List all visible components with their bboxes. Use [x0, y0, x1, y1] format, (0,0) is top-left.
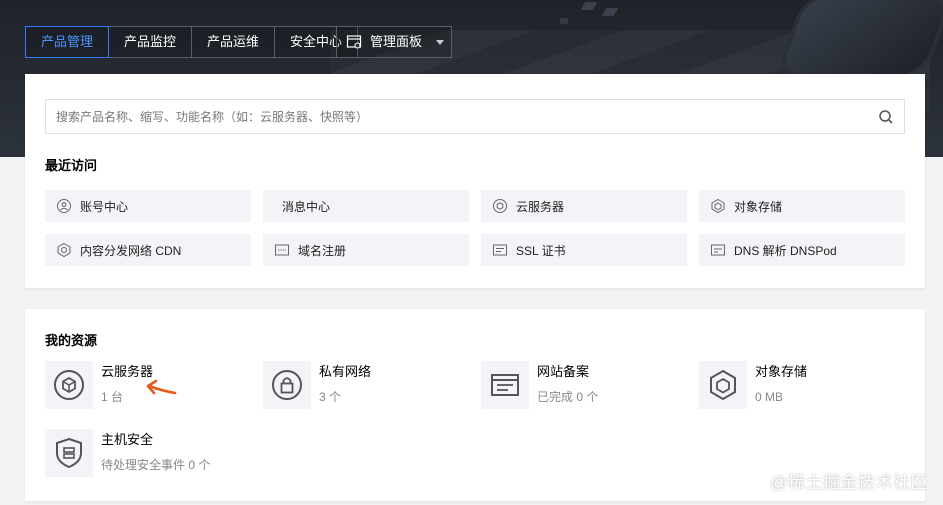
user-icon [57, 199, 71, 213]
recent-item-cvm[interactable]: 云服务器 [481, 190, 687, 222]
cube-icon [710, 369, 736, 401]
domain-icon [275, 244, 289, 256]
recent-access-card: 最近访问 账号中心 消息中心 云服务器 对象存储 内容分发网络 CDN [25, 74, 925, 288]
banner-decoration [580, 2, 598, 10]
product-search-bar [45, 99, 905, 134]
recent-item-label: 云服务器 [516, 199, 565, 214]
resource-item-icp[interactable]: 网站备案 已完成 0 个 [481, 361, 598, 409]
recent-item-label: 域名注册 [298, 243, 347, 258]
recent-item-cdn[interactable]: 内容分发网络 CDN [45, 234, 251, 266]
search-icon[interactable] [878, 109, 894, 125]
shield-icon [56, 437, 82, 469]
resource-count: 0 MB [755, 390, 784, 404]
management-panel-dropdown[interactable]: 管理面板 [336, 26, 452, 58]
chevron-down-icon [436, 39, 445, 45]
banner-decoration [560, 18, 568, 24]
recent-item-account-center[interactable]: 账号中心 [45, 190, 251, 222]
recent-item-message-center[interactable]: 消息中心 [263, 190, 469, 222]
tab-product-management[interactable]: 产品管理 [25, 26, 110, 58]
resource-item-cos[interactable]: 对象存储 0 MB [699, 361, 807, 409]
tab-product-monitoring[interactable]: 产品监控 [108, 26, 193, 58]
tab-product-operations[interactable]: 产品运维 [191, 26, 276, 58]
cvm-icon [54, 370, 84, 400]
resource-name: 网站备案 [537, 364, 590, 379]
panel-icon [346, 35, 362, 49]
resource-name: 主机安全 [101, 432, 154, 447]
recent-item-label: 消息中心 [282, 199, 331, 214]
resource-name: 私有网络 [319, 364, 372, 379]
recent-item-ssl[interactable]: SSL 证书 [481, 234, 687, 266]
resource-item-vpc[interactable]: 私有网络 3 个 [263, 361, 371, 409]
cube-icon [711, 198, 725, 214]
banner-decoration [601, 8, 619, 16]
website-icon [491, 374, 519, 396]
cdn-icon [57, 242, 71, 258]
recent-item-dns[interactable]: DNS 解析 DNSPod [699, 234, 905, 266]
banner-logo-shape [773, 0, 943, 80]
annotation-arrow-icon [146, 379, 177, 395]
lock-icon [272, 370, 302, 400]
recent-item-cos[interactable]: 对象存储 [699, 190, 905, 222]
resource-count: 已完成 0 个 [537, 390, 599, 404]
cvm-icon [493, 199, 507, 213]
recent-item-domain[interactable]: 域名注册 [263, 234, 469, 266]
certificate-icon [493, 244, 507, 256]
top-tab-bar: 产品管理 产品监控 产品运维 安全中心 [25, 26, 359, 58]
dns-icon [711, 244, 725, 256]
search-input[interactable] [46, 100, 878, 133]
resource-count: 待处理安全事件 0 个 [101, 458, 211, 472]
resource-item-host-security[interactable]: 主机安全 待处理安全事件 0 个 [45, 429, 210, 477]
resource-name: 对象存储 [755, 364, 808, 379]
resource-item-cvm[interactable]: 云服务器 1 台 [45, 361, 153, 409]
watermark: @稀土掘金技术社区 [770, 473, 928, 492]
recent-access-title: 最近访问 [45, 158, 98, 173]
recent-item-label: DNS 解析 DNSPod [734, 243, 837, 258]
recent-item-label: SSL 证书 [516, 243, 566, 258]
recent-item-label: 对象存储 [734, 199, 783, 214]
my-resources-title: 我的资源 [45, 333, 98, 348]
recent-item-label: 账号中心 [80, 199, 129, 214]
management-panel-label: 管理面板 [370, 34, 423, 49]
recent-item-label: 内容分发网络 CDN [80, 243, 182, 258]
resource-count: 3 个 [319, 390, 342, 404]
